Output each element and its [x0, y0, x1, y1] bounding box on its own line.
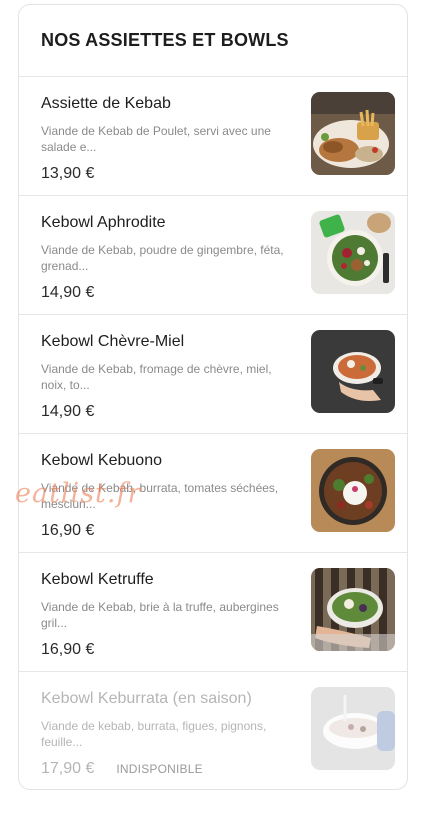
- menu-item-kebowl-keburrata[interactable]: Kebowl Keburrata (en saison) Viande de k…: [19, 672, 407, 789]
- menu-item-kebowl-ketruffe[interactable]: Kebowl Ketruffe Viande de Kebab, brie à …: [19, 553, 407, 672]
- menu-item-assiette-de-kebab[interactable]: Assiette de Kebab Viande de Kebab de Pou…: [19, 77, 407, 196]
- item-description: Viande de kebab, burrata, figues, pignon…: [41, 719, 267, 749]
- kebab-plate-photo[interactable]: [311, 92, 395, 175]
- bowl-photo[interactable]: [311, 330, 395, 413]
- item-description: Viande de Kebab, fromage de chèvre, miel…: [41, 362, 272, 392]
- watermark: eatlist.fr: [15, 478, 142, 509]
- item-description: Viande de Kebab, brie à la truffe, auber…: [41, 600, 279, 630]
- menu-item-kebowl-aphrodite[interactable]: Kebowl Aphrodite Viande de Kebab, poudre…: [19, 196, 407, 315]
- bowl-photo[interactable]: [311, 211, 395, 294]
- item-description: Viande de Kebab, poudre de gingembre, fé…: [41, 243, 284, 273]
- item-price: 16,90 €: [41, 522, 95, 539]
- item-price: 16,90 €: [41, 641, 95, 658]
- bowl-photo[interactable]: [311, 687, 395, 770]
- unavailable-badge: INDISPONIBLE: [116, 762, 203, 776]
- item-price: 14,90 €: [41, 403, 95, 420]
- bowl-photo[interactable]: [311, 449, 395, 532]
- menu-section-card: NOS ASSIETTES ET BOWLS Assiette de Kebab…: [18, 4, 408, 790]
- item-price: 13,90 €: [41, 165, 95, 182]
- item-description: Viande de Kebab de Poulet, servi avec un…: [41, 124, 271, 154]
- item-price: 14,90 €: [41, 284, 95, 301]
- section-title: NOS ASSIETTES ET BOWLS: [19, 5, 407, 77]
- item-price: 17,90 €: [41, 760, 95, 777]
- bowl-photo[interactable]: [311, 568, 395, 651]
- menu-item-kebowl-chevre-miel[interactable]: Kebowl Chèvre-Miel Viande de Kebab, from…: [19, 315, 407, 434]
